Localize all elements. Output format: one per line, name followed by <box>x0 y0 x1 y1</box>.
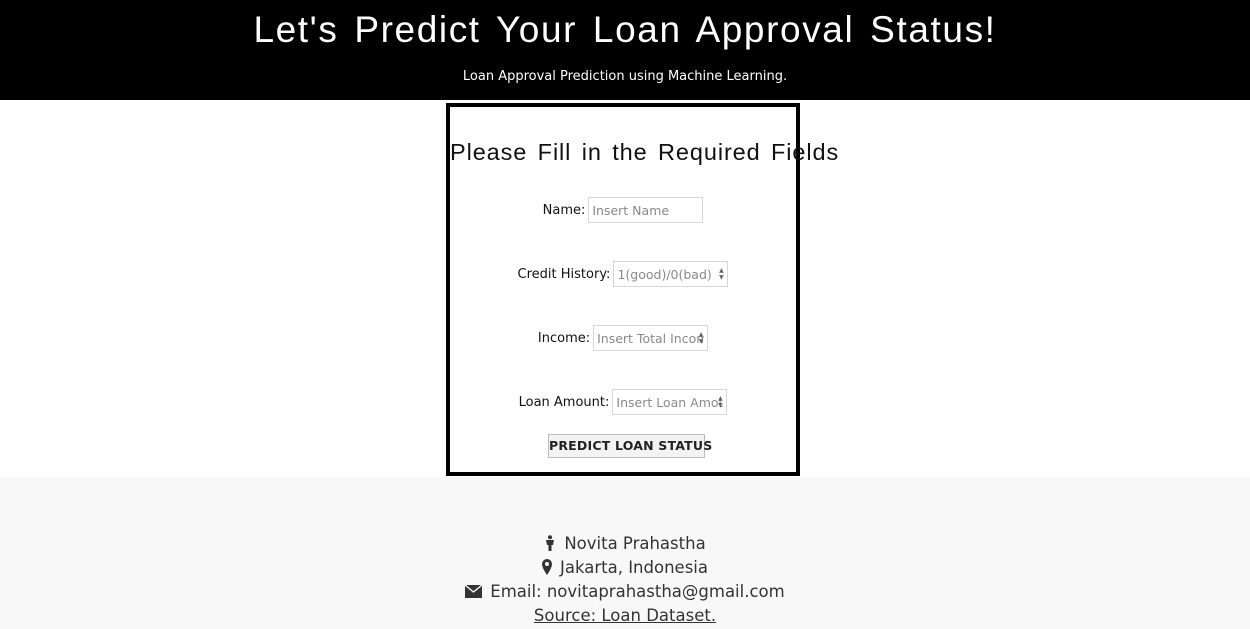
income-row: Income: ▲▼ <box>450 325 796 351</box>
map-marker-icon <box>541 558 552 579</box>
name-row: Name: <box>450 197 796 223</box>
spinner-icon[interactable]: ▲ ▼ <box>718 267 724 281</box>
income-label: Income: <box>537 330 591 346</box>
predict-loan-status-button[interactable]: PREDICT LOAN STATUS <box>548 434 712 458</box>
page-subtitle: Loan Approval Prediction using Machine L… <box>462 69 788 84</box>
author-email[interactable]: Email: novitaprahastha@gmail.com <box>490 582 784 601</box>
credit-history-row: Credit History: ▲▼ <box>450 261 796 287</box>
name-label: Name: <box>542 202 586 218</box>
source-line: Source: Loan Dataset. <box>0 606 1250 625</box>
prediction-form: Please Fill in the Required Fields Name:… <box>446 103 840 476</box>
credit-history-label: Credit History: <box>517 266 611 282</box>
loan-amount-input[interactable] <box>612 389 728 415</box>
page-header: Let's Predict Your Loan Approval Status!… <box>0 0 1250 100</box>
person-icon <box>544 534 556 555</box>
page-title: Let's Predict Your Loan Approval Status! <box>253 9 997 50</box>
loan-amount-row: Loan Amount: ▲▼ <box>450 389 796 415</box>
form-title: Please Fill in the Required Fields <box>450 139 840 165</box>
envelope-icon <box>464 583 483 602</box>
author-line: Novita Prahastha <box>0 534 1250 555</box>
author-location: Jakarta, Indonesia <box>559 558 708 577</box>
location-line: Jakarta, Indonesia <box>0 558 1250 579</box>
spinner-icon[interactable]: ▲ ▼ <box>698 331 704 345</box>
loan-amount-label: Loan Amount: <box>518 394 610 410</box>
author-name: Novita Prahastha <box>564 534 706 553</box>
spinner-icon[interactable]: ▲ ▼ <box>717 395 723 409</box>
source-link[interactable]: Source: Loan Dataset. <box>534 606 716 625</box>
email-line: Email: novitaprahastha@gmail.com <box>0 582 1250 602</box>
page-footer: Novita Prahastha Jakarta, Indonesia Emai… <box>0 477 1250 629</box>
income-input[interactable] <box>593 325 709 351</box>
credit-history-input[interactable] <box>613 261 729 287</box>
name-input[interactable] <box>588 197 704 223</box>
